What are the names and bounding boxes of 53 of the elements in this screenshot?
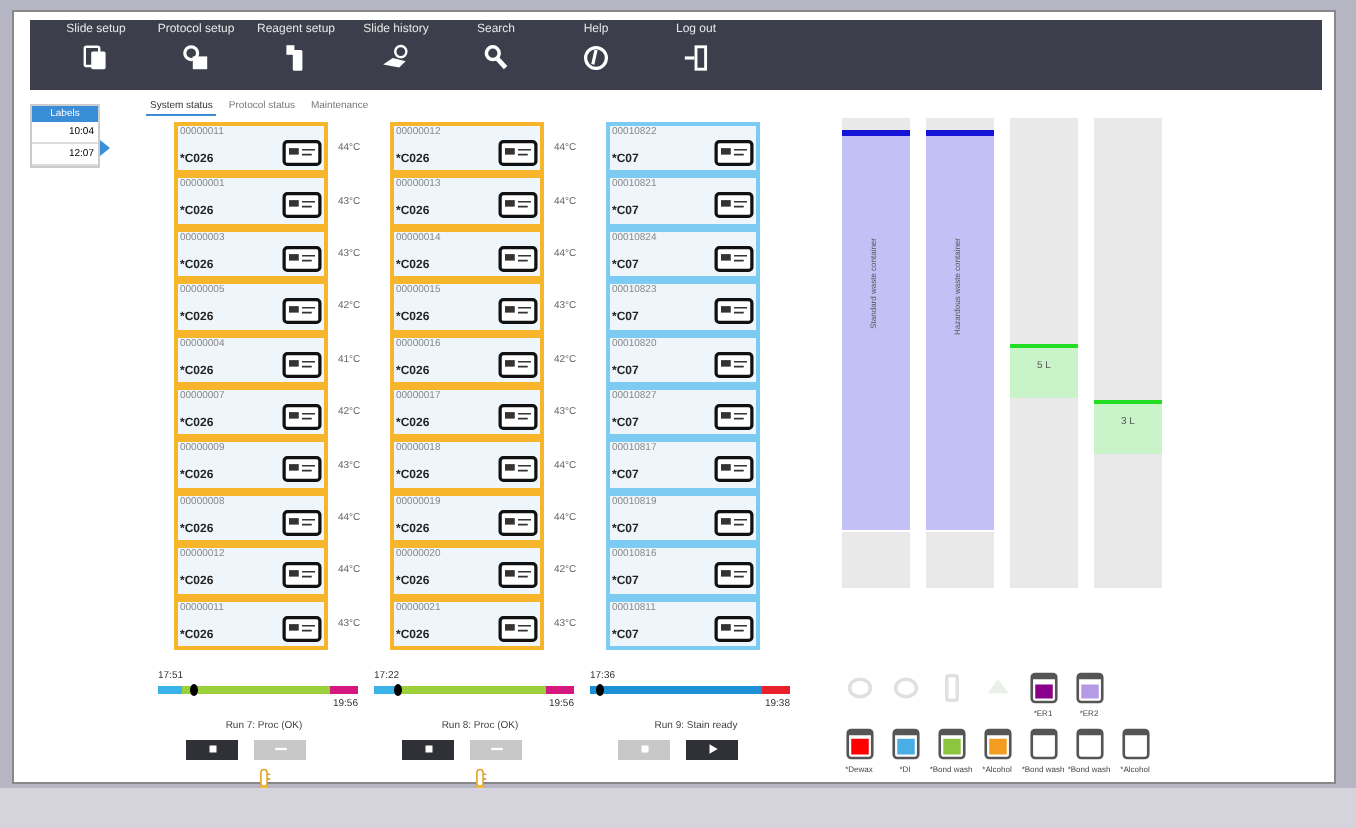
slide-icon [498, 509, 538, 536]
slide-icon [498, 245, 538, 272]
slide-icon [498, 615, 538, 642]
slide-icon [714, 351, 754, 378]
slide-icon [498, 456, 538, 483]
slide-icon [498, 140, 538, 166]
reagent-bottle-icon[interactable] [891, 728, 919, 760]
reagent-bottle-icon[interactable] [1121, 728, 1149, 760]
slide-icon [714, 562, 754, 589]
slide-icon [282, 298, 322, 325]
slide-icon [498, 298, 538, 325]
reagent-bottle-icon[interactable] [1075, 728, 1103, 760]
slide-icon [498, 403, 538, 430]
reagent-bottle-icon[interactable] [1029, 728, 1057, 760]
reagent-jar-icon[interactable] [1029, 672, 1057, 705]
slide-icon [714, 192, 754, 219]
slide-icon [714, 403, 754, 430]
stop-button[interactable] [402, 739, 454, 760]
stop-icon [205, 742, 219, 757]
slide-icon [714, 456, 754, 483]
slide-icon [282, 140, 322, 166]
container-base [842, 532, 910, 589]
container-base [926, 532, 994, 589]
search-icon [480, 42, 512, 74]
stop-button[interactable] [186, 739, 238, 760]
slide-icon [282, 509, 322, 536]
slide-icon [714, 509, 754, 536]
stop-icon [637, 742, 651, 757]
slide-icon [282, 615, 322, 642]
slide-icon [714, 245, 754, 272]
slide-icon [498, 351, 538, 378]
play-button[interactable] [686, 739, 738, 760]
reagent-jar-icon[interactable] [1075, 672, 1103, 705]
play-icon [705, 742, 719, 757]
slide-icon [282, 456, 322, 483]
slide-icon [714, 140, 754, 166]
slides-icon [80, 42, 112, 74]
slide-icon [282, 562, 322, 589]
slide-icon [498, 192, 538, 219]
help-icon [580, 42, 612, 74]
slide-icon [282, 192, 322, 219]
slide-icon [714, 615, 754, 642]
slide-icon [498, 562, 538, 589]
slide-icon [282, 351, 322, 378]
slide-icon [714, 298, 754, 325]
stop-icon [421, 742, 435, 757]
reagent-bottle-icon[interactable] [845, 728, 873, 760]
door-icon [680, 42, 712, 74]
reagent-bottle-icon[interactable] [983, 728, 1011, 760]
reagent-bottle-icon[interactable] [937, 728, 965, 760]
slide-icon [282, 245, 322, 272]
pointer-icon [100, 140, 110, 156]
slide-icon [282, 403, 322, 430]
